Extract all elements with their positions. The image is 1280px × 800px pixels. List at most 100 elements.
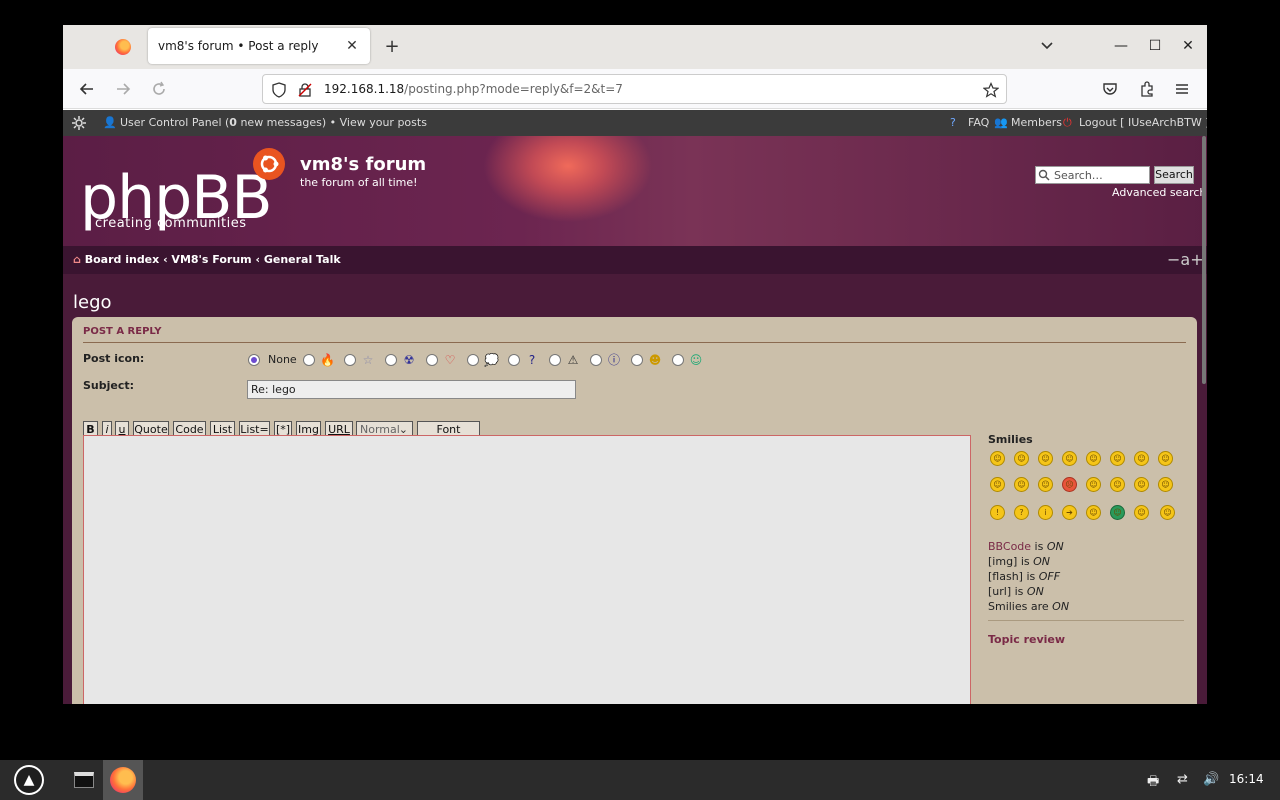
smiley-icon[interactable]: ☺ xyxy=(1160,505,1175,520)
smiley-icon[interactable]: ☺ xyxy=(1134,505,1149,520)
chevron-down-icon[interactable] xyxy=(1039,37,1055,53)
message-textarea[interactable] xyxy=(83,435,971,704)
ucp-label: User Control Panel ( xyxy=(120,116,230,129)
info-icon: ⓘ xyxy=(607,353,620,367)
back-arrow-icon[interactable] xyxy=(77,79,97,99)
smiley-icon[interactable]: ☺ xyxy=(1014,477,1029,492)
breadcrumb[interactable]: ⌂ Board index ‹ VM8's Forum ‹ General Ta… xyxy=(73,253,341,266)
post-icon-radio-question[interactable] xyxy=(508,354,520,366)
smiley-icon[interactable]: ☺ xyxy=(1086,505,1101,520)
smiley-icon[interactable]: ? xyxy=(1014,505,1029,520)
post-icon-label: Post icon: xyxy=(83,352,145,365)
search-button[interactable]: Search xyxy=(1154,166,1194,184)
smiley-icon[interactable]: ☺ xyxy=(990,477,1005,492)
post-icon-radio-none[interactable] xyxy=(248,354,260,366)
ucp-count: 0 xyxy=(229,116,237,129)
post-icon-radio-grin[interactable] xyxy=(672,354,684,366)
img-status: [img] is ON xyxy=(988,555,1050,568)
tab-title: vm8's forum • Post a reply xyxy=(158,39,319,53)
logout-link[interactable]: Logout [ IUseArchBTW ] xyxy=(1079,116,1207,129)
smiley-icon[interactable]: ☺ xyxy=(1086,451,1101,466)
volume-icon[interactable]: 🔊 xyxy=(1203,772,1219,787)
extensions-icon[interactable] xyxy=(1138,80,1156,98)
faq-link[interactable]: FAQ xyxy=(968,116,989,129)
star-icon: ☆ xyxy=(362,353,374,367)
bbcode-state: ON xyxy=(1046,540,1064,553)
smiley-icon[interactable]: ☺ xyxy=(1134,477,1149,492)
firefox-app[interactable] xyxy=(103,760,143,800)
post-icon-radio-star[interactable] xyxy=(344,354,356,366)
reload-icon[interactable] xyxy=(149,79,169,99)
grin-icon: ☺ xyxy=(689,353,703,367)
terminal-app[interactable] xyxy=(64,760,104,800)
post-icon-radio-info[interactable] xyxy=(590,354,602,366)
menu-icon[interactable] xyxy=(1173,80,1191,98)
smiley-icon[interactable]: ☺ xyxy=(1038,477,1053,492)
bookmark-star-icon[interactable] xyxy=(983,82,999,98)
post-icon-radio-radioactive[interactable] xyxy=(385,354,397,366)
pocket-icon[interactable] xyxy=(1101,80,1119,98)
forum-header: phpBB creating communities vm8's forum t… xyxy=(63,136,1207,246)
ucp-link[interactable]: User Control Panel (0 new messages) • Vi… xyxy=(120,116,427,129)
search-input[interactable]: Search… xyxy=(1035,166,1150,184)
flash-text: [flash] is xyxy=(988,570,1039,583)
post-icon-radio-speech[interactable] xyxy=(467,354,479,366)
url-path: /posting.php?mode=reply&f=2&t=7 xyxy=(404,82,623,96)
radioactive-icon: ☢ xyxy=(403,353,415,367)
members-link[interactable]: Members xyxy=(1011,116,1062,129)
bbcode-link[interactable]: BBCode xyxy=(988,540,1031,553)
subject-input[interactable]: Re: lego xyxy=(247,380,576,399)
firefox-view-tab[interactable] xyxy=(103,31,143,63)
smiley-icon[interactable]: ☺ xyxy=(990,451,1005,466)
site-title[interactable]: vm8's forum xyxy=(300,154,426,175)
url-text[interactable]: 192.168.1.18/posting.php?mode=reply&f=2&… xyxy=(324,82,623,96)
smiley-icon[interactable]: ☺ xyxy=(1158,451,1173,466)
bbcode-text: is xyxy=(1031,540,1047,553)
smiley-icon[interactable]: ☺ xyxy=(1038,451,1053,466)
tab-forum[interactable]: vm8's forum • Post a reply ✕ xyxy=(148,28,370,64)
warning-icon: ⚠ xyxy=(567,353,579,367)
advanced-search-link[interactable]: Advanced search xyxy=(1112,186,1206,199)
browser-window: vm8's forum • Post a reply ✕ + — ☐ ✕ 192… xyxy=(63,25,1207,704)
smiley-icon[interactable]: ☺ xyxy=(1110,505,1125,520)
minimize-button[interactable]: — xyxy=(1112,37,1130,55)
settings-cog-icon[interactable] xyxy=(71,115,87,131)
smiley-icon[interactable]: ☹ xyxy=(1062,477,1077,492)
post-icon-radio-warning[interactable] xyxy=(549,354,561,366)
site-description: the forum of all time! xyxy=(300,176,418,189)
topic-title[interactable]: lego xyxy=(73,292,112,313)
smiley-icon[interactable]: ➔ xyxy=(1062,505,1077,520)
smiley-icon[interactable]: ☺ xyxy=(1086,477,1101,492)
new-tab-button[interactable]: + xyxy=(381,36,403,57)
post-icon-radio-fire[interactable] xyxy=(303,354,315,366)
tab-close-icon[interactable]: ✕ xyxy=(344,38,360,54)
firefox-icon xyxy=(115,39,131,55)
maximize-button[interactable]: ☐ xyxy=(1146,37,1164,55)
network-icon[interactable]: ⇄ xyxy=(1177,772,1188,787)
smiley-icon[interactable]: ☺ xyxy=(1110,477,1125,492)
breadcrumb-text: Board index ‹ VM8's Forum ‹ General Talk xyxy=(84,253,341,266)
shield-icon[interactable] xyxy=(271,82,287,98)
close-window-button[interactable]: ✕ xyxy=(1179,37,1197,55)
font-resize-control[interactable]: −a+ xyxy=(1167,250,1204,269)
url-bar[interactable]: 192.168.1.18/posting.php?mode=reply&f=2&… xyxy=(262,74,1007,104)
post-icon-radio-smile[interactable] xyxy=(631,354,643,366)
smiley-icon[interactable]: ☺ xyxy=(1158,477,1173,492)
page-scrollbar[interactable] xyxy=(1202,136,1206,384)
forward-arrow-icon[interactable] xyxy=(113,79,133,99)
topic-review-link[interactable]: Topic review xyxy=(988,633,1065,646)
smiley-icon[interactable]: ☺ xyxy=(1110,451,1125,466)
divider xyxy=(988,620,1184,621)
post-icon-radio-heart[interactable] xyxy=(426,354,438,366)
smiley-icon[interactable]: ☺ xyxy=(1014,451,1029,466)
start-menu-button[interactable]: ▲ xyxy=(14,765,44,795)
img-state: ON xyxy=(1033,555,1051,568)
smiley-icon[interactable]: ! xyxy=(990,505,1005,520)
smilies-state: ON xyxy=(1052,600,1070,613)
smiley-icon[interactable]: ☺ xyxy=(1134,451,1149,466)
insecure-lock-icon[interactable] xyxy=(297,82,313,98)
clock[interactable]: 16:14 xyxy=(1229,772,1264,786)
smiley-icon[interactable]: i xyxy=(1038,505,1053,520)
smiley-icon[interactable]: ☺ xyxy=(1062,451,1077,466)
printer-icon[interactable]: 🖶 xyxy=(1147,772,1159,794)
